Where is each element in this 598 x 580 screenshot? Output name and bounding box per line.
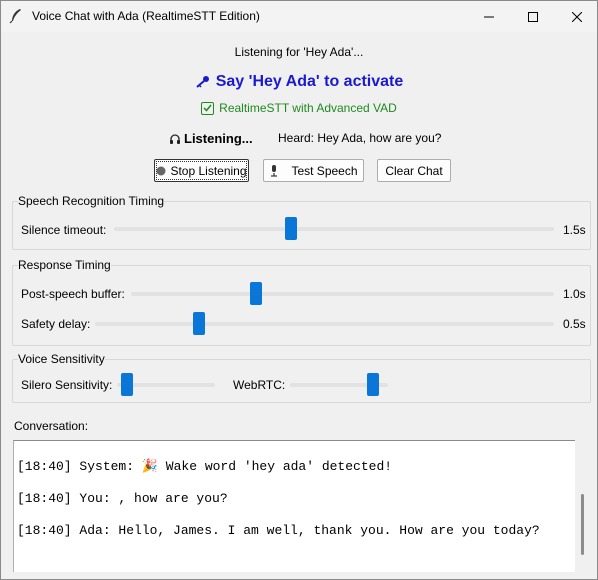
conversation-message: [18:40] System: 🎉 Wake word 'hey ada' de… <box>17 459 393 474</box>
headline-text: Say 'Hey Ada' to activate <box>215 73 404 90</box>
maximize-button[interactable] <box>510 1 556 32</box>
safety-delay-label: Safety delay: <box>21 317 91 331</box>
clear-chat-label: Clear Chat <box>385 163 443 178</box>
window-title: Voice Chat with Ada (RealtimeSTT Edition… <box>32 9 260 23</box>
headphones-icon <box>170 133 180 144</box>
stop-listening-label: Stop Listening <box>170 163 247 178</box>
conversation-scrollbar[interactable] <box>581 494 584 555</box>
stop-listening-button[interactable]: Stop Listening <box>154 159 249 182</box>
silero-sensitivity-label: Silero Sensitivity: <box>21 378 113 392</box>
silence-timeout-slider[interactable] <box>285 217 298 240</box>
test-speech-label: Test Speech <box>291 163 358 178</box>
voice-sensitivity-title: Voice Sensitivity <box>18 352 105 366</box>
speech-timing-title: Speech Recognition Timing <box>18 194 165 208</box>
activation-headline: Say 'Hey Ada' to activate <box>1 73 597 91</box>
title-bar: Voice Chat with Ada (RealtimeSTT Edition… <box>1 1 597 32</box>
post-speech-buffer-track[interactable] <box>131 292 554 296</box>
stop-icon <box>156 166 166 175</box>
engine-text: RealtimeSTT with Advanced VAD <box>219 101 397 115</box>
close-button[interactable] <box>554 1 598 32</box>
response-timing-title: Response Timing <box>18 258 111 272</box>
safety-delay-track[interactable] <box>95 322 554 326</box>
engine-status: RealtimeSTT with Advanced VAD <box>1 101 597 115</box>
conversation-log[interactable]: [18:40] System: 🎉 Wake word 'hey ada' de… <box>13 440 575 572</box>
response-timing-group <box>12 265 591 346</box>
maximize-icon <box>528 11 538 22</box>
safety-delay-slider[interactable] <box>193 312 206 335</box>
close-icon <box>572 11 582 22</box>
silence-timeout-label: Silence timeout: <box>21 223 107 237</box>
post-speech-buffer-label: Post-speech buffer: <box>21 287 125 301</box>
key-icon <box>196 76 209 88</box>
listening-status: Listening for 'Hey Ada'... <box>234 45 364 59</box>
safety-delay-value: 0.5s <box>563 317 586 331</box>
conversation-message: [18:40] Ada: Hello, James. I am well, th… <box>17 523 540 538</box>
listening-indicator: Listening... <box>169 131 253 146</box>
conversation-label: Conversation: <box>14 419 89 433</box>
webrtc-slider[interactable] <box>367 373 380 396</box>
conversation-message: [18:40] You: , how are you? <box>17 491 228 506</box>
minimize-icon <box>484 16 494 17</box>
silence-timeout-track[interactable] <box>114 227 554 231</box>
post-speech-buffer-slider[interactable] <box>250 282 263 305</box>
silero-sensitivity-slider[interactable] <box>121 373 134 396</box>
app-window: Voice Chat with Ada (RealtimeSTT Edition… <box>0 0 598 580</box>
test-speech-button[interactable]: Test Speech <box>263 159 364 182</box>
microphone-icon <box>271 164 278 177</box>
clear-chat-button[interactable]: Clear Chat <box>377 159 451 182</box>
heard-text: Heard: Hey Ada, how are you? <box>278 131 442 145</box>
post-speech-buffer-value: 1.0s <box>563 287 586 301</box>
check-icon <box>201 101 215 115</box>
webrtc-label: WebRTC: <box>233 378 286 392</box>
minimize-button[interactable] <box>466 1 512 32</box>
feather-icon <box>9 9 21 24</box>
listening-state: Listening... <box>184 131 253 146</box>
silence-timeout-value: 1.5s <box>563 223 586 237</box>
